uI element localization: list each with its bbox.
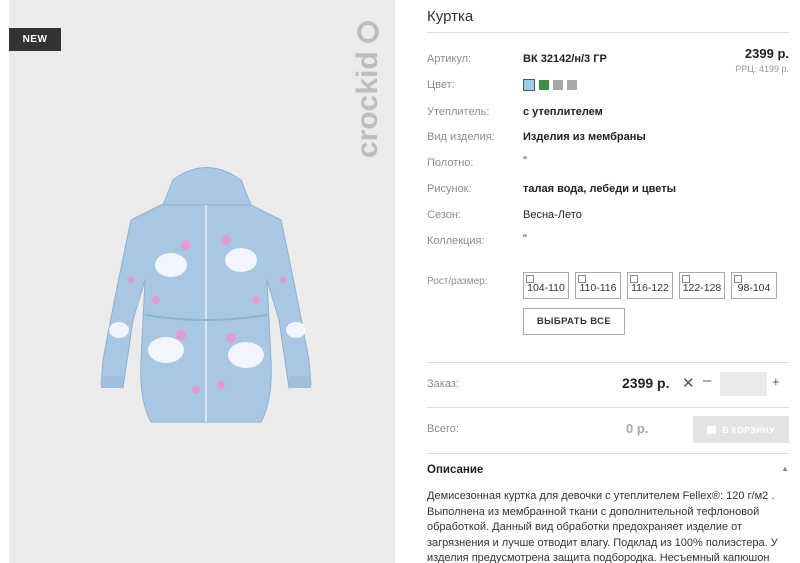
total-label: Всего: (427, 423, 459, 435)
attr-label-season: Сезон: (427, 209, 461, 221)
select-all-sizes-button[interactable]: ВЫБРАТЬ ВСЕ (523, 308, 625, 335)
remove-order-button[interactable]: ✕ (682, 374, 695, 392)
description-title: Описание (427, 464, 484, 476)
attr-label-collection: Коллекция: (427, 235, 485, 247)
size-option-label: 122-128 (682, 282, 722, 294)
quantity-increase-button[interactable]: + (772, 374, 780, 389)
collapse-description-icon[interactable]: ▲ (781, 464, 789, 473)
attr-value-article: ВК 32142/н/3 ГР (523, 53, 607, 65)
new-badge: NEW (9, 28, 61, 51)
color-swatch[interactable] (523, 79, 535, 91)
sizes-label: Рост/размер: (427, 276, 488, 287)
jacket-image (100, 167, 312, 423)
size-option-button[interactable]: 104-110 (523, 272, 569, 299)
attr-label-insulation: Утеплитель: (427, 106, 490, 118)
size-option-label: 98-104 (737, 282, 771, 294)
product-price: 2399 р. (744, 46, 789, 61)
size-option-label: 104-110 (527, 282, 565, 294)
brand-logo: crockid (351, 21, 384, 158)
description-text: Демисезонная куртка для девочки с утепли… (427, 490, 778, 563)
color-swatches (523, 79, 577, 91)
attr-label-print: Рисунок: (427, 183, 472, 195)
color-swatch[interactable] (567, 80, 577, 90)
size-options: 104-110 110-116 116-122 122-128 98-104 (523, 272, 777, 299)
attr-value-fabric: " (523, 155, 527, 167)
quantity-input[interactable] (720, 372, 767, 396)
attr-value-print: талая вода, лебеди и цветы (523, 183, 676, 195)
attr-label-product-type: Вид изделия: (427, 131, 495, 143)
add-to-cart-label: В КОРЗИНУ (722, 424, 775, 435)
size-option-button[interactable]: 116-122 (627, 272, 673, 299)
product-info: Куртка 2399 р. РРЦ: 4199 р. Артикул: ВК … (427, 0, 789, 563)
order-price: 2399 р. (622, 375, 670, 391)
divider (427, 32, 789, 33)
attr-label-fabric: Полотно: (427, 157, 474, 169)
size-option-button[interactable]: 110-116 (575, 272, 621, 299)
size-option-label: 116-122 (631, 282, 669, 294)
attr-value-insulation: с утеплителем (523, 106, 603, 118)
attr-value-collection: " (523, 233, 527, 245)
divider (427, 407, 789, 408)
size-checkbox-icon[interactable] (682, 275, 690, 283)
size-option-button[interactable]: 122-128 (679, 272, 725, 299)
size-checkbox-icon[interactable] (526, 275, 534, 283)
product-image-panel[interactable]: NEW crockid (9, 0, 395, 563)
order-label: Заказ: (427, 378, 459, 390)
size-checkbox-icon[interactable] (630, 275, 638, 283)
total-price: 0 р. (626, 421, 649, 436)
divider (427, 453, 789, 454)
size-option-label: 110-116 (579, 282, 617, 294)
size-checkbox-icon[interactable] (734, 275, 742, 283)
color-swatch[interactable] (539, 80, 549, 90)
quantity-decrease-button[interactable]: – (703, 372, 711, 389)
attr-label-color: Цвет: (427, 79, 455, 91)
price-block: 2399 р. РРЦ: 4199 р. (735, 46, 789, 74)
attr-value-season: Весна-Лето (523, 209, 582, 221)
size-checkbox-icon[interactable] (578, 275, 586, 283)
brand-logo-text: crockid (351, 51, 384, 158)
product-title: Куртка (427, 8, 474, 25)
add-to-cart-button[interactable]: В КОРЗИНУ (693, 416, 789, 443)
attr-value-product-type: Изделия из мембраны (523, 131, 646, 143)
size-option-button[interactable]: 98-104 (731, 272, 777, 299)
attr-label-article: Артикул: (427, 53, 472, 65)
divider (427, 362, 789, 363)
color-swatch[interactable] (553, 80, 563, 90)
cart-icon (707, 425, 717, 434)
product-rrp: РРЦ: 4199 р. (735, 64, 789, 74)
